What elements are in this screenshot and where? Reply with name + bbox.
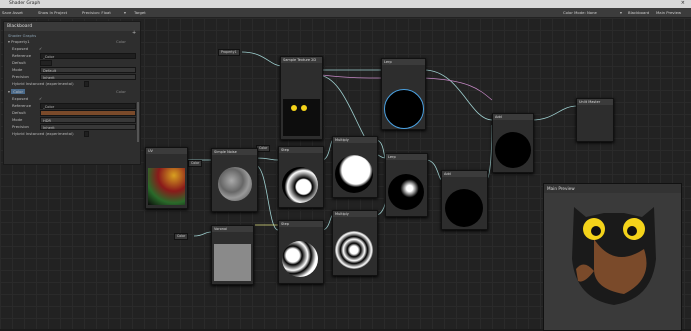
property-field-label: Hybrid Instanced (experimental) <box>12 131 74 136</box>
color-swatch[interactable] <box>40 110 136 116</box>
node-preview <box>384 89 424 129</box>
node-preview <box>495 132 531 168</box>
node-add[interactable]: Add <box>441 170 488 230</box>
precision-dropdown[interactable]: Inherit <box>40 124 136 130</box>
node-step[interactable]: Step <box>278 146 324 208</box>
checkbox[interactable]: ✓ <box>39 96 42 101</box>
property-name: Color <box>11 89 26 94</box>
add-property-icon[interactable]: + <box>132 30 136 36</box>
blackboard-panel: Blackboard Shader Graphs + ▾ Property1 C… <box>3 21 141 165</box>
node-lerp[interactable]: Lerp <box>385 153 428 217</box>
node-master[interactable]: Unlit Master <box>576 98 614 142</box>
reference-field[interactable]: _Color <box>40 53 136 59</box>
main-preview-title: Main Preview <box>544 184 681 193</box>
owl-preview-image <box>572 207 656 305</box>
node-voronoi[interactable]: Voronoi <box>211 225 254 285</box>
property-name: Property1 <box>11 39 30 44</box>
scrollbar[interactable] <box>137 102 139 142</box>
property-type: Color <box>116 89 126 94</box>
property-field-label: Exposed <box>12 96 29 101</box>
node-lerp[interactable]: Lerp <box>381 58 426 130</box>
wire <box>531 105 578 121</box>
property-field-label: Hybrid Instanced (experimental) <box>12 81 74 86</box>
node-title: Unlit Master <box>577 99 613 105</box>
node-preview <box>282 241 318 277</box>
node-preview <box>283 99 320 136</box>
reference-field[interactable]: _Color <box>40 103 136 109</box>
node-title: Step <box>279 221 323 227</box>
node-title: Lerp <box>386 154 427 160</box>
node-title: Multiply <box>333 137 377 143</box>
node-preview <box>218 167 252 201</box>
property-node[interactable]: Color <box>188 160 203 167</box>
property-type: Color <box>116 39 126 44</box>
node-multiply[interactable]: Multiply <box>332 210 378 276</box>
node-step[interactable]: Step <box>278 220 324 284</box>
main-preview-panel[interactable]: Main Preview <box>543 183 682 331</box>
property-field-label: Mode <box>12 117 23 122</box>
node-title: Add <box>442 171 487 177</box>
node-multiply[interactable]: Multiply <box>332 136 378 198</box>
node-preview <box>335 155 373 193</box>
precision-dropdown[interactable]: Inherit <box>40 74 136 80</box>
node-title: Multiply <box>333 211 377 217</box>
node-preview <box>148 168 185 205</box>
blackboard-title: Blackboard <box>4 22 140 31</box>
property-field-label: Precision <box>12 124 29 129</box>
node-preview <box>388 174 424 210</box>
property-field-label: Default <box>12 60 26 65</box>
node-simple-noise[interactable]: Simple Noise <box>211 148 258 212</box>
node-preview <box>282 167 318 203</box>
property-field-label: Default <box>12 110 26 115</box>
property-row[interactable]: ▾ Color <box>8 89 26 94</box>
node-preview <box>335 231 373 269</box>
property-field-label: Precision <box>12 74 29 79</box>
blackboard-subtitle: Shader Graphs <box>8 33 37 38</box>
property-field-label: Mode <box>12 67 23 72</box>
default-field[interactable] <box>40 60 52 66</box>
property-node[interactable]: Color <box>256 145 271 152</box>
wire <box>241 51 283 67</box>
wire <box>254 157 279 161</box>
property-node[interactable]: Property1 <box>218 49 240 56</box>
checkbox[interactable]: ✓ <box>39 46 42 51</box>
node-title: UV <box>146 148 187 154</box>
node-title: Simple Noise <box>212 149 257 155</box>
mode-dropdown[interactable]: Default <box>40 67 136 73</box>
property-field-label: Reference <box>12 53 32 58</box>
node-title: Step <box>279 147 323 153</box>
property-row[interactable]: ▾ Property1 <box>8 39 30 44</box>
node-add[interactable]: Add <box>492 113 534 173</box>
mode-dropdown[interactable]: HDR <box>40 117 136 123</box>
wire <box>423 69 493 121</box>
checkbox[interactable] <box>84 81 89 87</box>
wire <box>321 74 383 79</box>
property-field-label: Reference <box>12 103 32 108</box>
wire <box>254 164 279 231</box>
wire <box>193 231 212 237</box>
node-uv[interactable]: UV <box>145 147 188 209</box>
node-preview <box>445 189 483 227</box>
node-title: Sample Texture 2D <box>281 57 322 63</box>
node-title: Add <box>493 114 533 120</box>
wire <box>425 159 443 181</box>
node-title: Voronoi <box>212 226 253 232</box>
property-field-label: Exposed <box>12 46 29 51</box>
checkbox[interactable] <box>84 131 89 137</box>
node-preview <box>214 244 251 281</box>
node-title: Lerp <box>382 59 425 65</box>
node-sample-texture[interactable]: Sample Texture 2D <box>280 56 323 140</box>
property-node[interactable]: Color <box>174 233 189 240</box>
